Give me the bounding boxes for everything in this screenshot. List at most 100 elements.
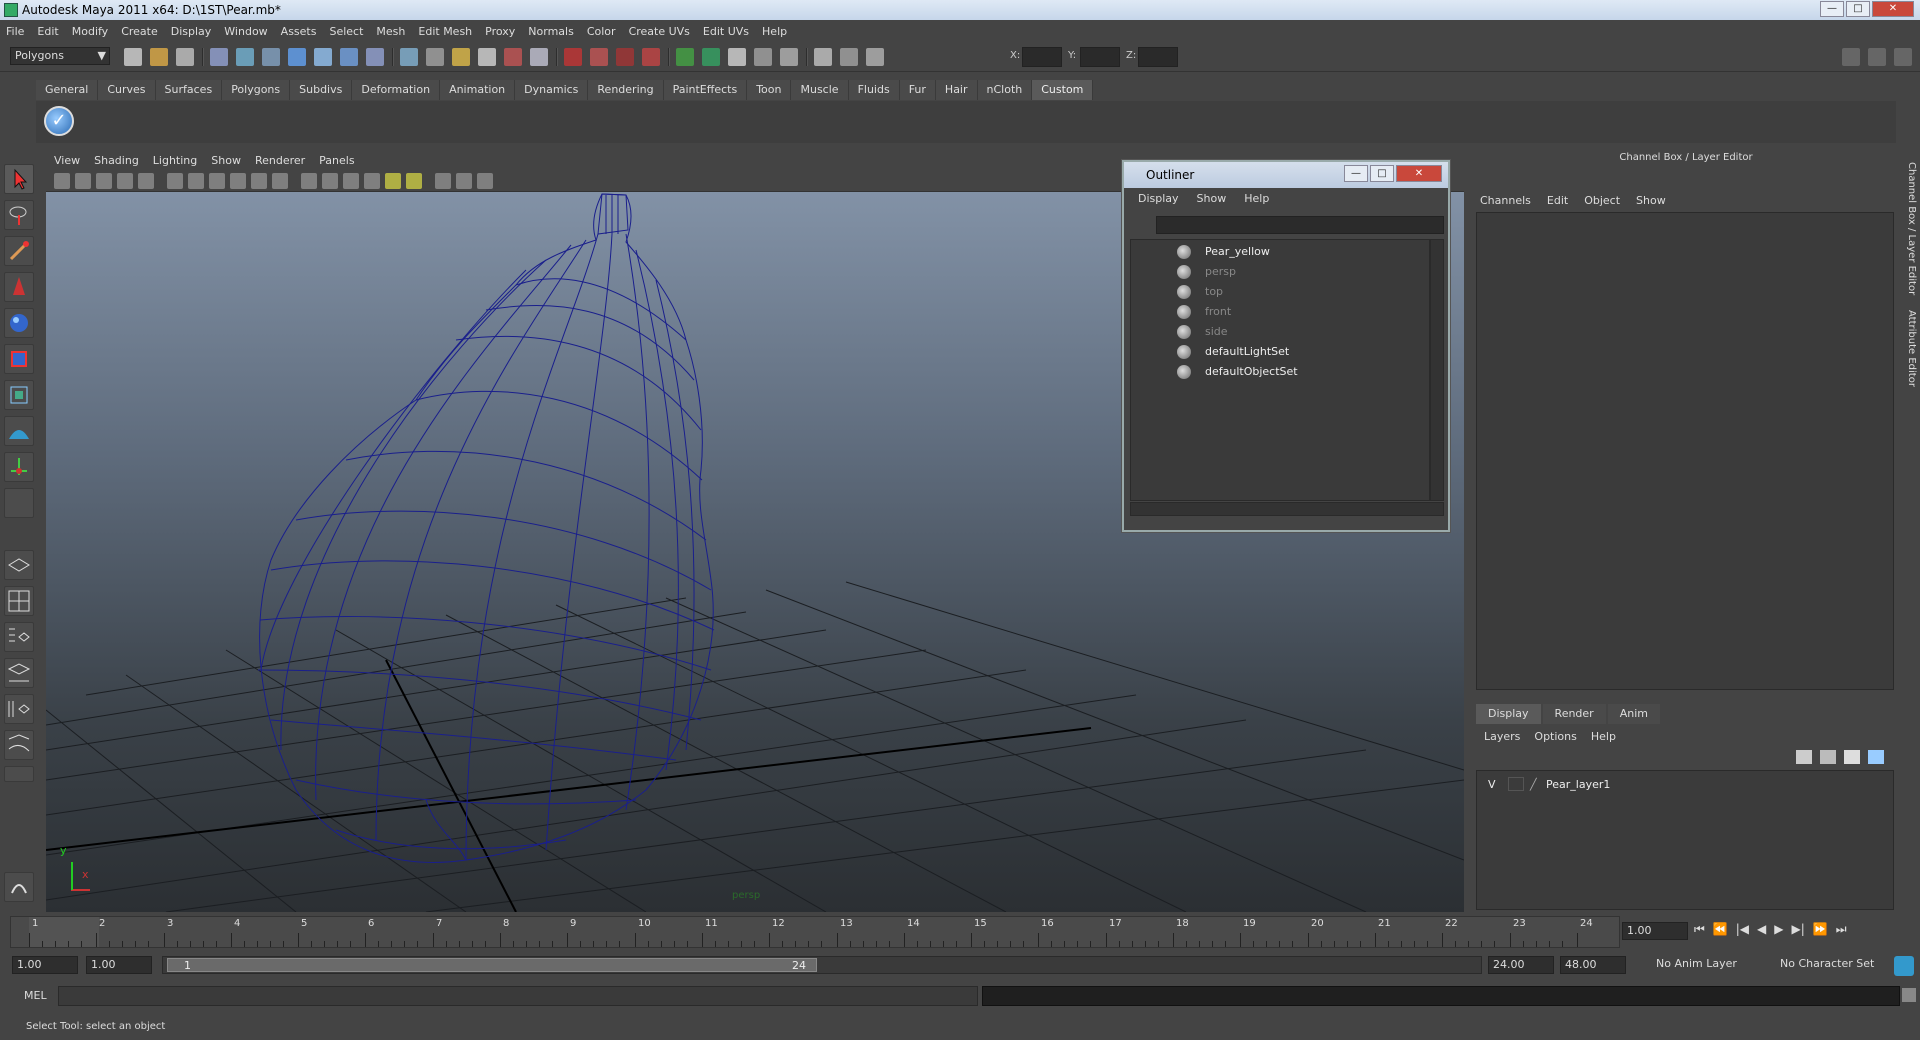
persp-outliner-graph-layout-icon[interactable] [4, 730, 34, 760]
checkmark-icon[interactable]: ✓ [44, 106, 74, 136]
layer-visibility-toggle[interactable]: V [1488, 778, 1496, 791]
menu-edit-uvs[interactable]: Edit UVs [703, 25, 749, 38]
persp-graph-layout-icon[interactable] [4, 658, 34, 688]
four-pane-layout-icon[interactable] [4, 586, 34, 616]
show-input-icon[interactable] [702, 48, 720, 66]
playback-end-field[interactable]: 24.00 [1488, 956, 1554, 974]
select-object-icon[interactable] [236, 48, 254, 66]
command-language-label[interactable]: MEL [24, 989, 47, 1002]
shelf-tab-hair[interactable]: Hair [935, 80, 978, 100]
layer-color-swatch[interactable]: ╱ [1530, 778, 1537, 791]
select-component-icon[interactable] [262, 48, 280, 66]
outliner-item[interactable]: defaultObjectSet [1131, 362, 1421, 382]
layer-menu-layers[interactable]: Layers [1484, 730, 1520, 743]
layout-options-icon[interactable] [4, 766, 34, 782]
tool-settings-toggle-icon[interactable] [1868, 48, 1886, 66]
outliner-menu-show[interactable]: Show [1197, 192, 1227, 205]
highlight-icon[interactable] [728, 48, 746, 66]
textured-icon[interactable] [364, 173, 380, 189]
new-layer-icon[interactable] [1796, 750, 1812, 764]
outliner-filter-input[interactable] [1156, 216, 1444, 234]
range-slider-bar[interactable]: 1 24 [167, 958, 817, 972]
anim-layer-selector[interactable]: No Anim Layer [1652, 956, 1762, 974]
channel-box-menu-object[interactable]: Object [1584, 194, 1620, 207]
time-slider[interactable]: 1 2 3 4 5 6 7 8 9 10 11 12 13 14 15 16 17 18 19 20 21 22 23 24 [10, 916, 1620, 948]
resolution-gate-icon[interactable] [188, 173, 204, 189]
menu-create[interactable]: Create [121, 25, 158, 38]
xray-icon[interactable] [456, 173, 472, 189]
menu-edit[interactable]: Edit [37, 25, 58, 38]
animation-end-field[interactable]: 48.00 [1560, 956, 1626, 974]
layer-menu-options[interactable]: Options [1534, 730, 1576, 743]
make-live-icon[interactable] [400, 48, 418, 66]
show-output-icon[interactable] [676, 48, 694, 66]
camera-attributes-icon[interactable] [75, 173, 91, 189]
construction-history-icon[interactable] [452, 48, 470, 66]
step-forward-frame-icon[interactable]: ▶| [1792, 922, 1805, 940]
shelf-tab-surfaces[interactable]: Surfaces [155, 80, 223, 100]
shelf-tab-general[interactable]: General [36, 80, 99, 100]
tool-settings-icon[interactable] [814, 48, 832, 66]
side-tab-attribute-editor[interactable]: Attribute Editor [1899, 310, 1917, 387]
menu-edit-mesh[interactable]: Edit Mesh [418, 25, 472, 38]
character-set-selector[interactable]: No Character Set [1776, 956, 1886, 974]
rotate-tool-icon[interactable] [4, 308, 34, 338]
go-to-start-icon[interactable]: ⏮ [1694, 922, 1705, 940]
channel-box-menu-edit[interactable]: Edit [1547, 194, 1568, 207]
shelf-tab-animation[interactable]: Animation [440, 80, 516, 100]
shelf-tab-painteffects[interactable]: PaintEffects [663, 80, 748, 100]
menu-color[interactable]: Color [587, 25, 616, 38]
shelf-tab-subdivs[interactable]: Subdivs [290, 80, 353, 100]
snap-view-plane-icon[interactable] [366, 48, 384, 66]
outliner-item[interactable]: side [1131, 322, 1421, 342]
outliner-horizontal-scrollbar[interactable] [1130, 502, 1444, 516]
snap-point-icon[interactable] [340, 48, 358, 66]
outliner-item[interactable]: defaultLightSet [1131, 342, 1421, 362]
snap-grid-icon[interactable] [288, 48, 306, 66]
select-tool-icon[interactable] [4, 164, 34, 194]
layer-menu-help[interactable]: Help [1591, 730, 1616, 743]
channel-box-panel[interactable] [1476, 212, 1894, 690]
outliner-item[interactable]: persp [1131, 262, 1421, 282]
isolate-select-icon[interactable] [435, 173, 451, 189]
single-pane-layout-icon[interactable] [4, 550, 34, 580]
menu-assets[interactable]: Assets [281, 25, 317, 38]
layer-tab-render[interactable]: Render [1542, 704, 1606, 724]
script-editor-icon[interactable] [1902, 988, 1916, 1002]
new-scene-icon[interactable] [124, 48, 142, 66]
menu-select[interactable]: Select [329, 25, 363, 38]
viewport-menu-lighting[interactable]: Lighting [153, 154, 197, 167]
play-forward-icon[interactable]: ▶ [1774, 922, 1783, 940]
bookmark-icon[interactable] [96, 173, 112, 189]
step-forward-key-icon[interactable]: ⏩ [1813, 922, 1828, 940]
maximize-button[interactable]: □ [1846, 1, 1870, 17]
viewport-menu-shading[interactable]: Shading [94, 154, 139, 167]
hypershade-icon[interactable] [616, 48, 634, 66]
shadows-icon[interactable] [406, 173, 422, 189]
auto-key-icon[interactable] [1894, 956, 1914, 976]
layer-tab-anim[interactable]: Anim [1607, 704, 1660, 724]
outliner-menu-display[interactable]: Display [1138, 192, 1179, 205]
safe-action-icon[interactable] [251, 173, 267, 189]
field-chart-icon[interactable] [230, 173, 246, 189]
outliner-close-button[interactable]: ✕ [1396, 165, 1442, 182]
layer-type-toggle[interactable] [1508, 777, 1524, 791]
outliner-vertical-scrollbar[interactable] [1430, 239, 1444, 501]
camera-attr-icon[interactable] [754, 48, 772, 66]
pear-wireframe-mesh[interactable] [257, 193, 715, 863]
render-settings-icon[interactable] [590, 48, 608, 66]
outliner-item[interactable]: Pear_yellow [1131, 242, 1421, 262]
outliner-menu-help[interactable]: Help [1244, 192, 1269, 205]
xray-joints-icon[interactable] [477, 173, 493, 189]
show-manipulator-icon[interactable] [4, 452, 34, 482]
render-preview-icon[interactable] [4, 872, 34, 902]
outliner-item[interactable]: front [1131, 302, 1421, 322]
input-ops-icon[interactable] [504, 48, 522, 66]
menu-create-uvs[interactable]: Create UVs [629, 25, 690, 38]
viewport-menu-show[interactable]: Show [211, 154, 241, 167]
shelf-tab-custom[interactable]: Custom [1032, 80, 1094, 100]
shelf-tab-ncloth[interactable]: nCloth [977, 80, 1033, 100]
select-camera-icon[interactable] [54, 173, 70, 189]
shelf-tab-muscle[interactable]: Muscle [791, 80, 849, 100]
viewport-menu-view[interactable]: View [54, 154, 80, 167]
